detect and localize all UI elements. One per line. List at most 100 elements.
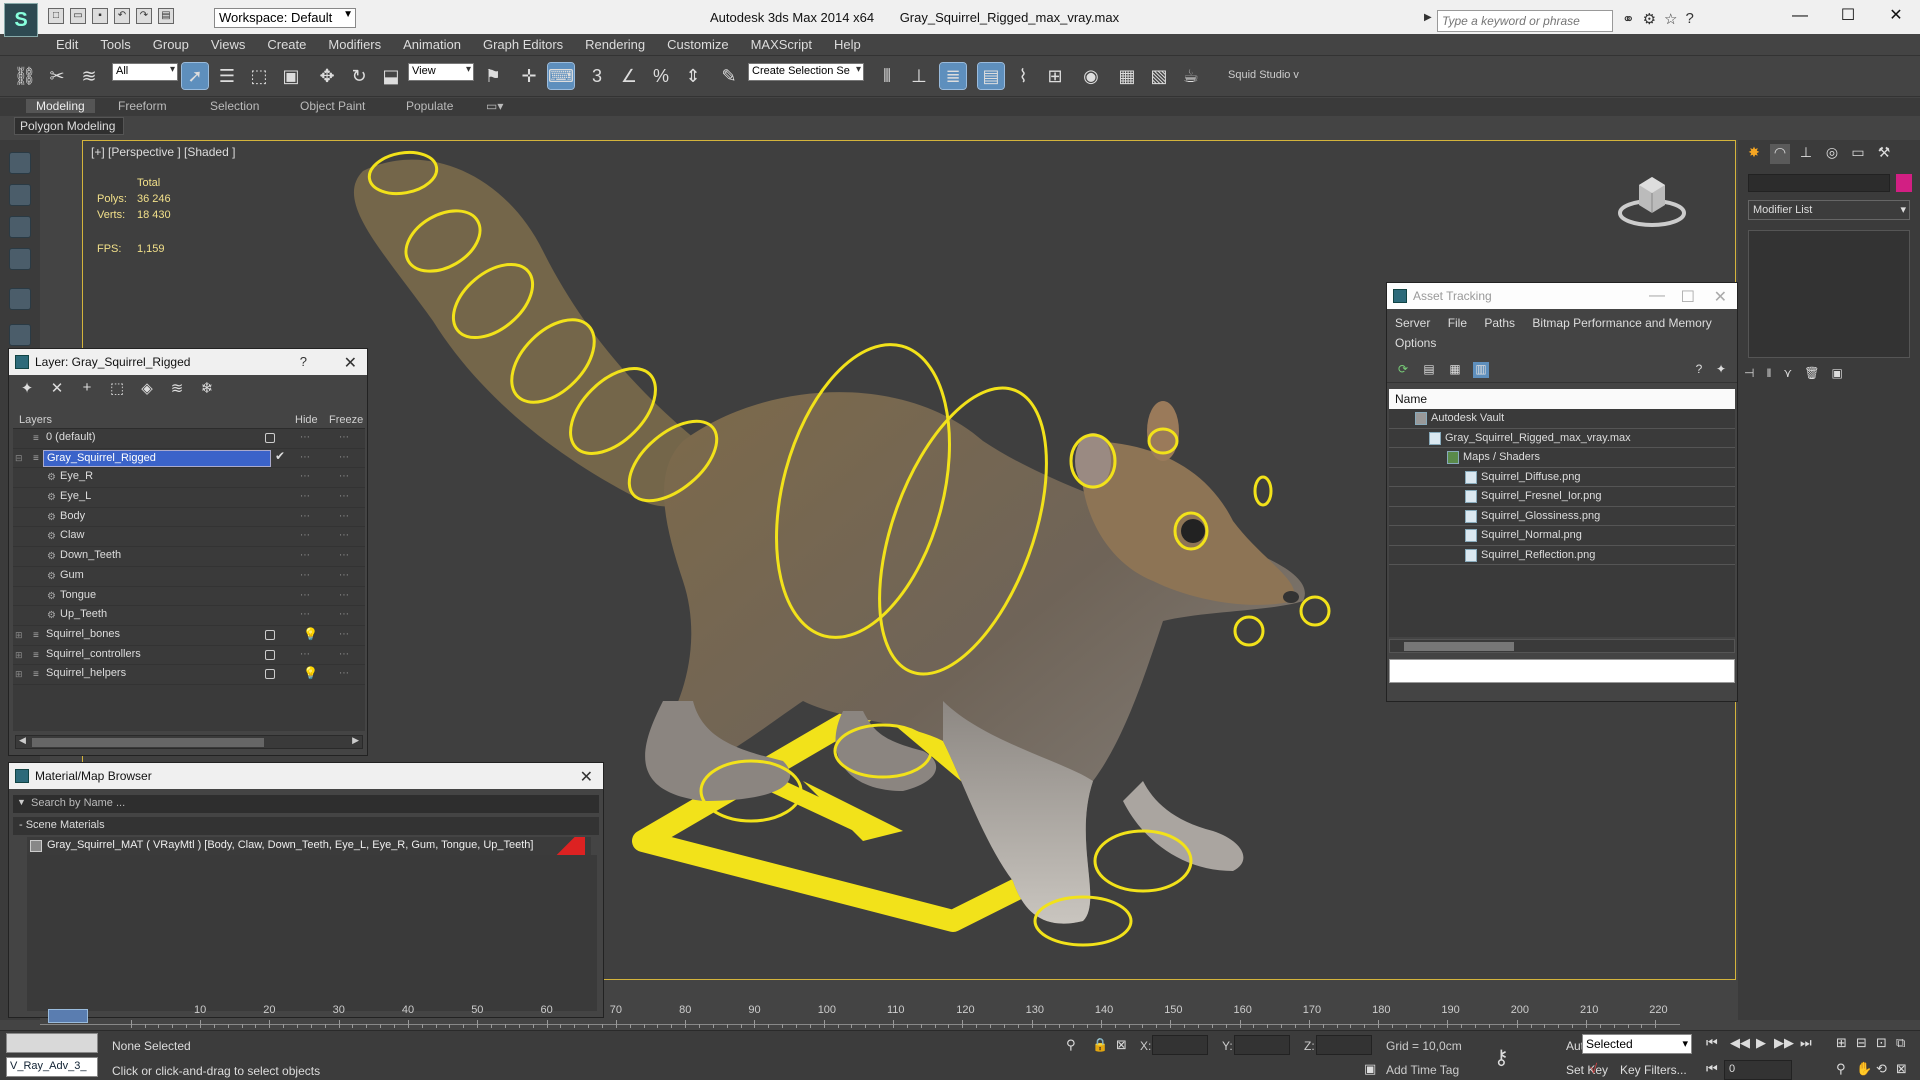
maxscript-field[interactable]: V_Ray_Adv_3_ xyxy=(6,1057,98,1077)
close-icon[interactable]: ✕ xyxy=(344,353,357,373)
render-production-icon[interactable]: ☕ xyxy=(1178,63,1204,89)
hide-dash[interactable]: ⋯ xyxy=(300,550,310,561)
rotate-icon[interactable]: ↻ xyxy=(346,63,372,89)
hide-dash[interactable]: ⋯ xyxy=(300,570,310,581)
object-row[interactable]: ⚙ Down_Teeth ⋯ ⋯ xyxy=(13,547,365,567)
light-lister-icon[interactable] xyxy=(9,288,31,310)
select-in-layer-icon[interactable]: ⬚ xyxy=(107,379,127,399)
scroll-right-icon[interactable]: ▶ xyxy=(352,735,359,746)
refresh-icon[interactable]: ⟳ xyxy=(1395,362,1411,378)
named-selection-dropdown[interactable]: Create Selection Se xyxy=(748,63,864,81)
layer-row[interactable]: ⊞ ≡ Squirrel_bones 💡 ⋯ xyxy=(13,626,365,646)
utilities-tab-icon[interactable]: ⚒ xyxy=(1874,144,1894,164)
freeze-dash[interactable]: ⋯ xyxy=(339,432,349,443)
viewport-label[interactable]: [+] [Perspective ] [Shaded ] xyxy=(91,145,235,159)
key-mode-toggle-icon[interactable]: ⏮ xyxy=(1706,1061,1718,1077)
angle-snap-icon[interactable]: ∠ xyxy=(616,63,642,89)
hide-dash[interactable]: ⋯ xyxy=(300,511,310,522)
select-object-icon[interactable]: ➚ xyxy=(181,62,209,90)
curve-editor-icon[interactable]: ⌇ xyxy=(1010,63,1036,89)
menu-group[interactable]: Group xyxy=(153,37,189,52)
snap-toggle-icon[interactable]: 3 xyxy=(584,63,610,89)
minimize-icon[interactable]: — xyxy=(1649,287,1665,305)
previous-frame-icon[interactable]: ◀◀ xyxy=(1730,1035,1750,1051)
configure-sets-icon[interactable]: ▣ xyxy=(1831,366,1842,386)
hide-dash[interactable]: ⋯ xyxy=(300,649,310,660)
next-frame-icon[interactable]: ▶▶ xyxy=(1774,1035,1794,1051)
help-button[interactable]: ? xyxy=(300,354,307,369)
selection-filter-dropdown[interactable]: All xyxy=(112,63,178,81)
min-max-toggle-icon[interactable]: ⊠ xyxy=(1896,1061,1907,1077)
undo-icon[interactable]: ↶ xyxy=(114,8,130,24)
expand-icon[interactable]: ⊟ xyxy=(15,453,23,464)
set-key-button[interactable]: Set Key xyxy=(1566,1063,1608,1077)
thumbnail-view-icon[interactable]: ▦ xyxy=(1447,362,1463,378)
scene-materials-group[interactable]: - Scene Materials xyxy=(13,817,599,835)
material-editor-icon[interactable]: ◉ xyxy=(1078,63,1104,89)
asset-row[interactable]: Squirrel_Fresnel_Ior.png xyxy=(1389,487,1735,507)
rectangular-selection-icon[interactable]: ⬚ xyxy=(246,63,272,89)
hide-toggle[interactable] xyxy=(265,629,275,640)
align-icon[interactable]: ⊥ xyxy=(906,63,932,89)
hide-toggle[interactable] xyxy=(265,433,275,443)
asset-row[interactable]: Squirrel_Reflection.png xyxy=(1389,546,1735,565)
object-row[interactable]: ⚙ Tongue ⋯ ⋯ xyxy=(13,587,365,607)
time-slider-thumb[interactable] xyxy=(48,1009,88,1023)
layer-explorer-icon[interactable] xyxy=(9,216,31,238)
object-row[interactable]: ⚙ Eye_L ⋯ ⋯ xyxy=(13,488,365,508)
new-file-icon[interactable]: □ xyxy=(48,8,64,24)
edit-named-selection-icon[interactable]: ✎ xyxy=(716,63,742,89)
hide-dash[interactable]: ⋯ xyxy=(300,590,310,601)
layer-row[interactable]: ≡ 0 (default) ⋯ ⋯ xyxy=(13,429,365,449)
highlight-layer-icon[interactable]: ◈ xyxy=(137,379,157,399)
bind-space-warp-icon[interactable]: ≋ xyxy=(76,63,102,89)
orbit-icon[interactable]: ⟲ xyxy=(1876,1061,1887,1077)
hide-dash[interactable]: ⋯ xyxy=(300,471,310,482)
menu-tools[interactable]: Tools xyxy=(100,37,130,52)
modifier-list-dropdown[interactable]: Modifier List xyxy=(1748,200,1910,220)
scroll-thumb[interactable] xyxy=(1404,642,1514,651)
show-end-result-icon[interactable]: ‖ xyxy=(1766,366,1771,386)
search-expand-icon[interactable]: ▶ xyxy=(1424,12,1434,30)
current-layer-check-icon[interactable]: ✔ xyxy=(275,449,285,463)
spinner-snap-icon[interactable]: ⇕ xyxy=(680,63,706,89)
viewcube-icon[interactable] xyxy=(1617,169,1687,229)
col-name[interactable]: Name xyxy=(1389,389,1735,409)
menu-file[interactable]: File xyxy=(1448,316,1467,330)
object-row[interactable]: ⚙ Body ⋯ ⋯ xyxy=(13,508,365,528)
project-folder-icon[interactable]: ▤ xyxy=(158,8,174,24)
expand-icon[interactable]: ⊞ xyxy=(15,669,23,680)
polygon-modeling-panel[interactable]: Polygon Modeling xyxy=(14,117,124,135)
make-unique-icon[interactable]: ⋎ xyxy=(1783,366,1792,386)
hidden-bulb-icon[interactable]: 💡 xyxy=(303,627,318,641)
transform-mode-icon[interactable]: ⊠ xyxy=(1116,1037,1127,1053)
tab-modeling[interactable]: Modeling xyxy=(26,99,95,113)
scroll-thumb[interactable] xyxy=(32,738,264,747)
hide-dash[interactable]: ⋯ xyxy=(300,530,310,541)
create-layer-icon[interactable]: ✦ xyxy=(17,379,37,399)
object-color-swatch[interactable] xyxy=(1896,174,1912,192)
menu-options[interactable]: Options xyxy=(1395,336,1436,350)
binoculars-icon[interactable]: ⚭ xyxy=(1622,10,1635,28)
horizontal-scrollbar[interactable] xyxy=(1389,639,1735,653)
layer-manager-icon[interactable]: ≣ xyxy=(939,62,967,90)
col-freeze[interactable]: Freeze xyxy=(329,414,363,426)
add-to-layer-icon[interactable]: + xyxy=(77,379,97,399)
app-logo-icon[interactable]: S xyxy=(4,3,38,37)
hide-dash[interactable]: ⋯ xyxy=(300,452,310,463)
key-curve-icon[interactable]: √ xyxy=(1590,1061,1597,1076)
layer-row-selected[interactable]: ⊟ ≡ Gray_Squirrel_Rigged ✔ ⋯ ⋯ xyxy=(13,449,365,469)
freeze-dash[interactable]: ⋯ xyxy=(339,491,349,502)
open-file-icon[interactable]: ▭ xyxy=(70,8,86,24)
asset-path-field[interactable] xyxy=(1389,659,1735,683)
close-button[interactable]: ✕ xyxy=(1872,0,1920,32)
minimize-button[interactable]: — xyxy=(1776,0,1824,32)
object-row[interactable]: ⚙ Eye_R ⋯ ⋯ xyxy=(13,468,365,489)
key-selection-dropdown[interactable]: Selected xyxy=(1582,1034,1692,1054)
pin-stack-icon[interactable]: ⊣ xyxy=(1744,366,1754,386)
x-coord-field[interactable] xyxy=(1152,1035,1208,1055)
display-tab-icon[interactable]: ▭ xyxy=(1848,144,1868,164)
layer-row[interactable]: ⊞ ≡ Squirrel_helpers 💡 ⋯ xyxy=(13,665,365,685)
settings-icon[interactable] xyxy=(9,324,31,346)
tab-freeform[interactable]: Freeform xyxy=(118,99,167,113)
